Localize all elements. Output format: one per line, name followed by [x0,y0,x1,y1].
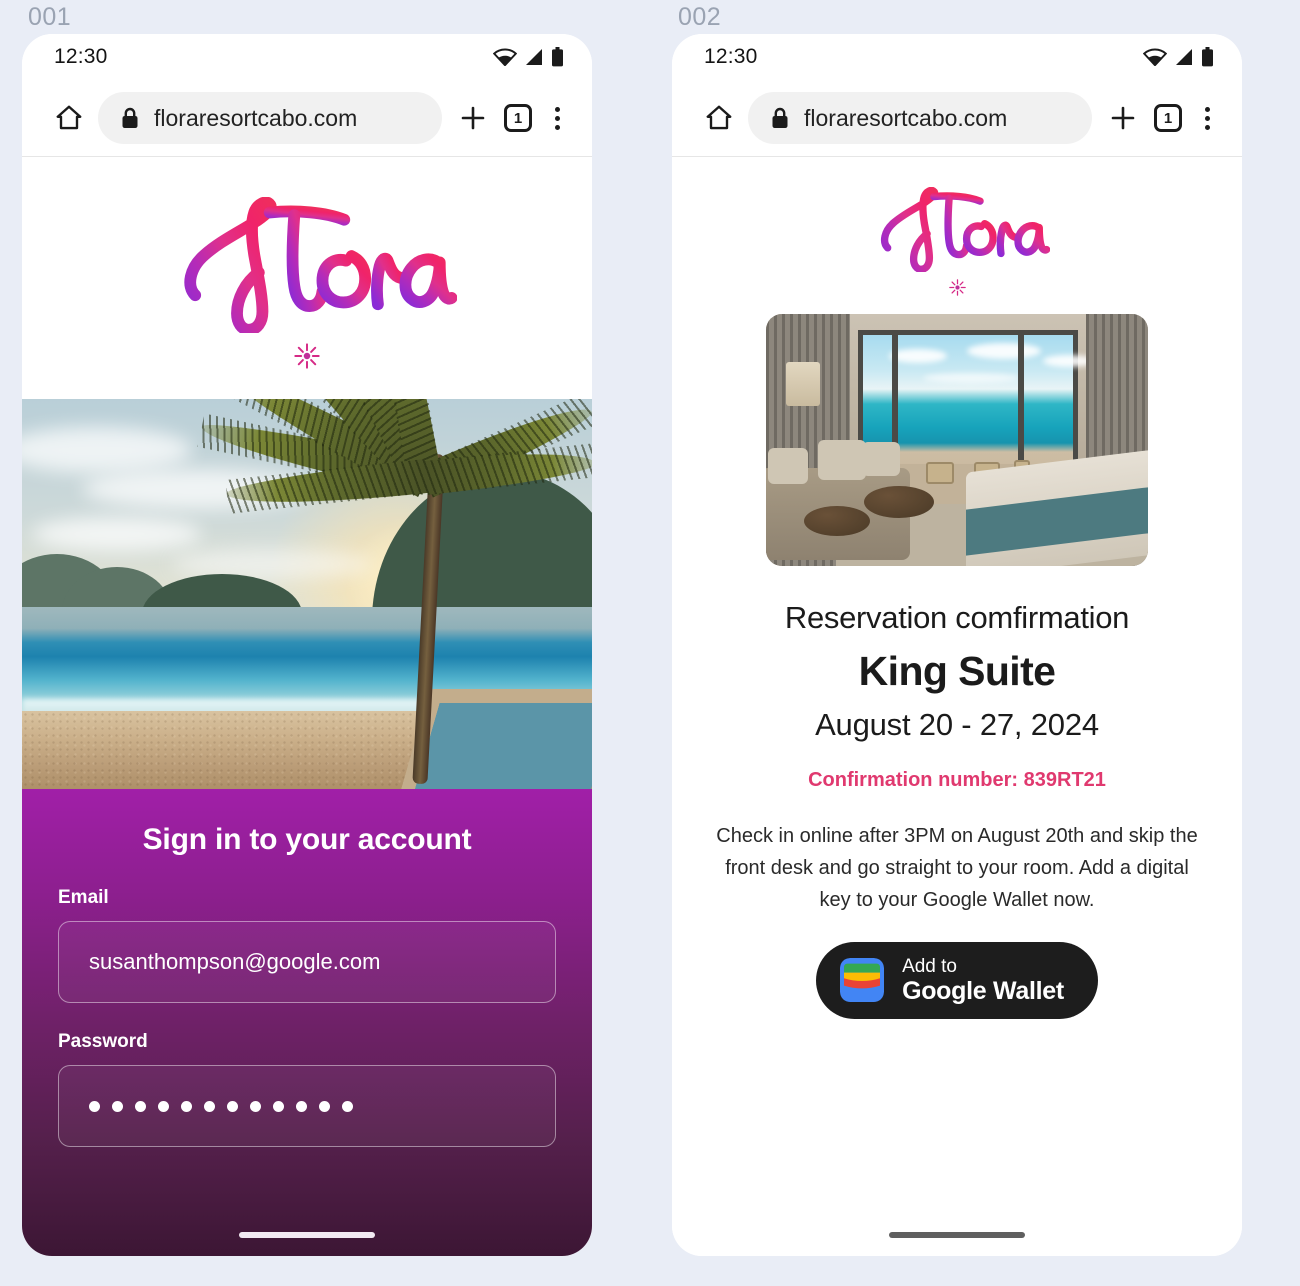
address-bar-url: floraresortcabo.com [804,104,1008,131]
signin-heading: Sign in to your account [142,823,472,857]
password-field[interactable] [58,1065,556,1148]
phone-mockup-001: 12:30 floraresortcabo.com 1 Sign in to y… [22,34,592,1256]
brand-header [672,157,1242,314]
frame-label-002: 002 [678,3,722,31]
battery-icon [1202,47,1213,67]
battery-icon [552,47,563,67]
flora-logo [184,197,457,334]
plus-icon [1111,106,1135,130]
status-icon-group [493,47,564,67]
frame-002: 002 12:30 floraresortcabo.com 1 Reservat… [672,0,1242,1286]
address-bar-url: floraresortcabo.com [154,104,358,131]
stay-dates: August 20 - 27, 2024 [815,706,1099,742]
lock-icon [122,107,138,128]
phone-mockup-002: 12:30 floraresortcabo.com 1 Reservation … [672,34,1242,1256]
cell-signal-icon [1176,49,1192,65]
signin-panel: Sign in to your account Email susanthomp… [22,789,592,1256]
beach-hero-photo [22,399,592,790]
browser-toolbar: floraresortcabo.com 1 [672,80,1242,157]
home-icon[interactable] [54,103,84,133]
confirmation-kicker: Reservation comfirmation [784,599,1130,635]
address-bar[interactable]: floraresortcabo.com [98,92,442,144]
google-wallet-icon [840,958,885,1003]
page-viewport-002: Reservation comfirmation King Suite Augu… [672,157,1242,1256]
home-icon[interactable] [704,103,734,133]
email-field[interactable]: susanthompson@google.com [58,921,556,1004]
new-tab-button[interactable] [1106,101,1140,135]
status-icon-group [1143,47,1214,67]
overflow-menu-icon[interactable] [1196,103,1218,133]
tab-count-badge: 1 [504,104,532,132]
wifi-icon [1143,48,1167,66]
checkin-instructions: Check in online after 3PM on August 20th… [716,824,1198,911]
suite-photo [766,313,1148,566]
lock-icon [772,107,788,128]
address-bar[interactable]: floraresortcabo.com [748,92,1092,144]
screenshot-board: 001 12:30 floraresortcabo.com 1 Sign in … [0,0,1300,1286]
add-to-google-wallet-button[interactable]: Add to Google Wallet [816,941,1098,1019]
status-time: 12:30 [54,45,108,68]
browser-toolbar: floraresortcabo.com 1 [22,80,592,157]
new-tab-button[interactable] [456,101,490,135]
overflow-menu-icon[interactable] [546,103,568,133]
wallet-line-2: Google Wallet [902,976,1064,1005]
flower-asterisk-icon [948,278,966,296]
password-label: Password [58,1031,148,1053]
wallet-button-text: Add to Google Wallet [902,956,1064,1005]
flower-asterisk-icon [294,343,320,370]
confirmation-number: Confirmation number: 839RT21 [808,768,1106,791]
brand-header [22,157,592,400]
wallet-line-1: Add to [902,955,957,977]
confirmation-content: Reservation comfirmation King Suite Augu… [672,566,1242,1019]
home-indicator[interactable] [889,1232,1025,1238]
frame-001: 001 12:30 floraresortcabo.com 1 Sign in … [22,0,592,1286]
status-bar: 12:30 [22,34,592,80]
cell-signal-icon [526,49,542,65]
tab-switcher-button[interactable]: 1 [504,104,532,132]
room-name: King Suite [858,647,1056,694]
email-label: Email [58,887,109,909]
frame-label-001: 001 [28,3,72,31]
tab-switcher-button[interactable]: 1 [1154,104,1182,132]
flora-logo [880,187,1050,272]
page-viewport-001: Sign in to your account Email susanthomp… [22,157,592,1256]
email-value: susanthompson@google.com [89,949,381,975]
home-indicator[interactable] [239,1232,375,1238]
password-masked-value [89,1100,353,1112]
plus-icon [461,106,485,130]
wifi-icon [493,48,517,66]
status-time: 12:30 [704,45,758,68]
status-bar: 12:30 [672,34,1242,80]
tab-count-badge: 1 [1154,104,1182,132]
